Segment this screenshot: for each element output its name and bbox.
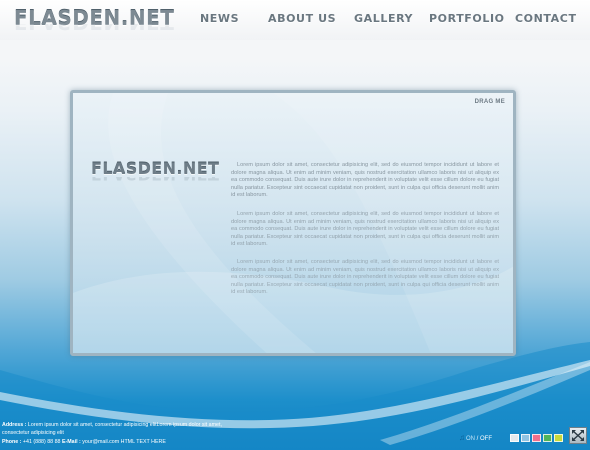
music-note-icon: ♫: [459, 433, 465, 442]
theme-swatch-pink[interactable]: [532, 434, 541, 442]
drag-handle[interactable]: DRAG ME: [475, 99, 505, 105]
theme-swatch-green[interactable]: [543, 434, 552, 442]
main-nav: NEWS ABOUT US GALLERY PORTFOLIO CONTACT: [0, 12, 590, 28]
panel-logo-reflection: FLASDEN.NET: [91, 177, 219, 184]
nav-item-contact[interactable]: CONTACT: [515, 12, 577, 25]
footer-contact-info: Address : Lorem ipsum dolor sit amet, co…: [2, 421, 222, 446]
theme-swatch-white[interactable]: [510, 434, 519, 442]
nav-item-gallery[interactable]: GALLERY: [354, 12, 413, 25]
fullscreen-button[interactable]: [569, 427, 587, 444]
theme-swatch-blue[interactable]: [521, 434, 530, 442]
music-toggle: ♫ON / OFF: [459, 433, 492, 442]
address-label: Address :: [2, 422, 27, 428]
fullscreen-icon: [572, 430, 584, 441]
nav-item-about-us[interactable]: ABOUT US: [268, 12, 336, 25]
nav-item-portfolio[interactable]: PORTFOLIO: [429, 12, 505, 25]
music-off-button[interactable]: OFF: [480, 436, 492, 442]
music-on-button[interactable]: ON: [466, 436, 475, 442]
body-paragraph-2: Lorem ipsum dolor sit amet, consectetur …: [231, 211, 499, 248]
theme-swatch-yellow[interactable]: [554, 434, 563, 442]
panel-logo: FLASDEN.NET: [91, 159, 220, 178]
nav-item-news[interactable]: NEWS: [200, 12, 239, 25]
phone-text: +41 (888) 88 88: [22, 438, 61, 445]
content-window[interactable]: DRAG ME FLASDEN.NET FLASDEN.NET Lorem ip…: [70, 90, 516, 356]
body-paragraph-1: Lorem ipsum dolor sit amet, consectetur …: [231, 162, 499, 199]
phone-label: Phone :: [2, 438, 22, 445]
address-text: Lorem ipsum dolor sit amet, consectetur …: [2, 422, 222, 437]
body-paragraph-3: Lorem ipsum dolor sit amet, consectetur …: [231, 259, 499, 296]
email-text: your@mail.com HTML TEXT HERE: [82, 438, 166, 445]
email-label: E-Mail :: [61, 438, 81, 445]
